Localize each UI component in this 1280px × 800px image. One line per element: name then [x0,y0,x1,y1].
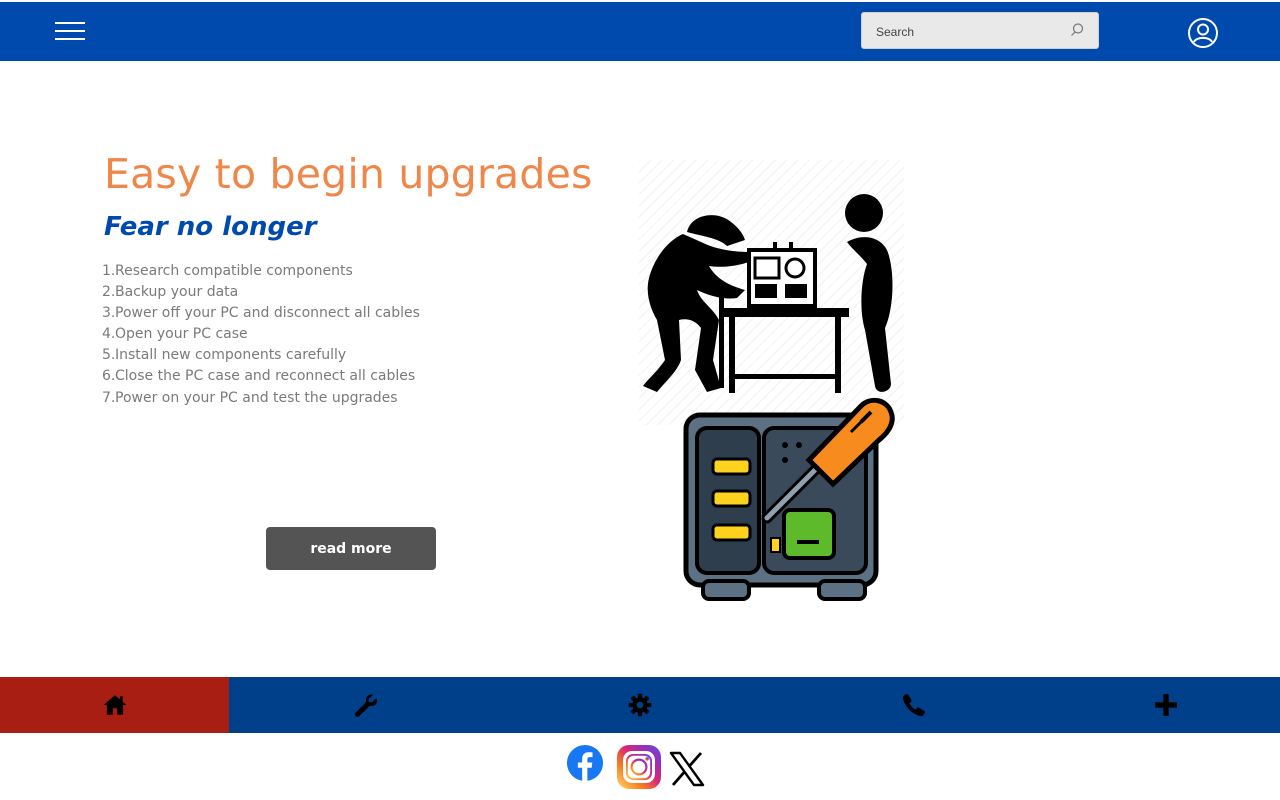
facebook-icon[interactable] [566,744,604,782]
nav-home[interactable] [0,677,229,733]
nav-settings[interactable] [503,677,777,733]
phone-icon [902,693,926,717]
hero-subtitle: Fear no longer [104,212,317,242]
read-more-button[interactable]: read more [266,527,436,570]
list-item: 4.Open your PC case [102,326,248,343]
search-box[interactable] [861,12,1099,49]
home-icon [103,695,126,715]
user-profile-icon[interactable] [1187,17,1219,49]
instagram-icon[interactable] [615,743,663,791]
bottom-navigation [0,677,1280,733]
nav-tools[interactable] [229,677,503,733]
plus-icon [1154,694,1177,716]
wrench-icon [354,694,377,717]
hero-title: Easy to begin upgrades [104,150,593,198]
list-item: 7.Power on your PC and test the upgrades [102,389,398,406]
search-input[interactable] [874,21,1058,43]
list-item: 1.Research compatible components [102,263,353,279]
pc-repair-illustration [639,160,904,601]
list-item: 5.Install new components carefully [102,347,347,364]
top-header [0,2,1280,61]
list-item: 3.Power off your PC and disconnect all c… [102,305,420,322]
hamburger-menu-icon[interactable] [55,22,85,42]
list-item: 6.Close the PC case and reconnect all ca… [102,368,416,385]
gear-icon [628,693,652,717]
upgrade-steps-list: 1.Research compatible components 2.Backu… [102,261,420,409]
search-icon[interactable] [1069,22,1085,38]
nav-contact[interactable] [777,677,1051,733]
list-item: 2.Backup your data [102,284,239,301]
nav-add[interactable] [1051,677,1280,733]
x-icon[interactable] [669,751,705,787]
